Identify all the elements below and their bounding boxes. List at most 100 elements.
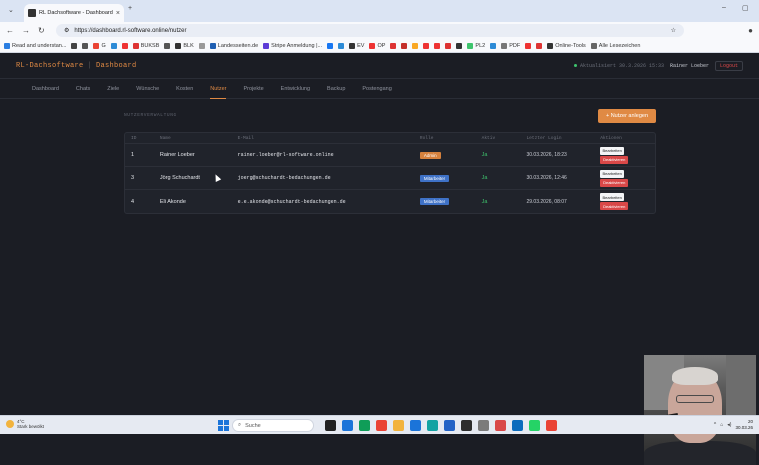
bookmark-favicon-icon	[445, 42, 452, 49]
bookmark-item[interactable]	[338, 42, 345, 49]
browser-tab[interactable]: RL Dachsoftware - Dashboard ×	[24, 4, 124, 22]
bookmark-favicon-icon	[121, 42, 128, 49]
nav-item-w-nsche[interactable]: Wünsche	[136, 79, 159, 99]
nav-item-postengang[interactable]: Postengang	[362, 79, 391, 99]
os-taskbar: 4°C Stark bewölkt ⌕ Suche ^ ⌂ ◂) 20 30.03.…	[0, 415, 759, 434]
cell-active: Ja	[481, 175, 488, 181]
bookmark-item[interactable]: Alle Lesezeichen	[590, 42, 640, 49]
bookmark-item[interactable]	[401, 42, 408, 49]
bookmark-item[interactable]	[456, 42, 463, 49]
bookmark-item[interactable]: BLK	[175, 42, 194, 49]
address-bar[interactable]: ⚙ https://dashboard.rl-software.online/n…	[56, 24, 684, 37]
edit-user-button[interactable]: Bearbeiten	[600, 146, 625, 155]
bookmark-item[interactable]	[327, 42, 334, 49]
minimize-icon[interactable]: –	[722, 4, 726, 11]
add-user-button[interactable]: + Nutzer anlegen	[598, 109, 656, 123]
bookmark-item[interactable]	[82, 42, 89, 49]
bookmark-star-icon[interactable]: ☆	[671, 27, 676, 34]
bookmark-item[interactable]: PDF	[501, 42, 520, 49]
table-body: 1 Rainer Loeber rainer.loeber@rl-software.…	[125, 144, 655, 213]
back-icon[interactable]: ←	[6, 26, 14, 35]
edit-user-button[interactable]: Bearbeiten	[600, 169, 625, 178]
bookmark-favicon-icon	[71, 42, 78, 49]
bookmark-favicon-icon	[110, 42, 117, 49]
edit-user-button[interactable]: Bearbeiten	[600, 193, 625, 201]
bookmark-item[interactable]: BUKSB	[132, 42, 159, 49]
bookmark-item[interactable]	[110, 42, 117, 49]
nav-item-dashboard[interactable]: Dashboard	[32, 79, 59, 99]
logout-button[interactable]: Logout	[714, 60, 743, 71]
bookmark-item[interactable]: Landesseiten.de	[209, 42, 258, 49]
weather-widget[interactable]: 4°C Stark bewölkt	[6, 419, 44, 429]
nav-item-chats[interactable]: Chats	[76, 79, 90, 99]
taskbar-app-icon[interactable]	[444, 420, 455, 431]
taskbar-app-icon[interactable]	[512, 420, 523, 431]
taskbar-app-icon[interactable]	[342, 420, 353, 431]
bookmark-item[interactable]	[445, 42, 452, 49]
bookmark-item[interactable]: Online-Tools	[547, 42, 586, 49]
taskbar-app-icon[interactable]	[546, 420, 557, 431]
bookmarks-bar: Read and understan... G BUKSB BLK Landesseit…	[0, 39, 759, 53]
new-tab-icon[interactable]: +	[128, 5, 132, 12]
bookmark-item[interactable]: PL2	[467, 42, 485, 49]
bookmark-favicon-icon	[338, 42, 345, 49]
brand: RL-Dachsoftware | Dashboard	[16, 61, 137, 70]
cell-role: Admin	[419, 151, 482, 159]
bookmark-item[interactable]: Read and understan...	[4, 42, 66, 49]
taskbar-app-icon[interactable]	[325, 420, 336, 431]
bookmark-item[interactable]	[412, 42, 419, 49]
taskbar-app-icon[interactable]	[393, 420, 404, 431]
forward-icon[interactable]: →	[22, 26, 30, 35]
bookmark-item[interactable]	[164, 42, 171, 49]
nav-item-backup[interactable]: Backup	[327, 79, 345, 99]
bookmark-item[interactable]: G	[93, 42, 106, 49]
nav-item-kosten[interactable]: Kosten	[176, 79, 193, 99]
tab-list-icon[interactable]: ⌄	[8, 6, 14, 14]
url-text: https://dashboard.rl-software.online/nut…	[74, 27, 187, 34]
bookmark-item[interactable]	[490, 42, 497, 49]
reload-icon[interactable]: ↻	[38, 26, 45, 35]
volume-icon[interactable]: ◂)	[727, 422, 731, 428]
taskbar-search[interactable]: ⌕ Suche	[232, 419, 314, 432]
deactivate-user-button[interactable]: Deaktivieren	[600, 202, 629, 210]
role-badge: Admin	[419, 151, 441, 159]
taskbar-app-icon[interactable]	[376, 420, 387, 431]
nav-item-nutzer[interactable]: Nutzer	[210, 79, 227, 99]
taskbar-app-icon[interactable]	[529, 420, 540, 431]
profile-icon[interactable]: ●	[748, 26, 753, 35]
bookmark-item[interactable]	[390, 42, 397, 49]
bookmark-item[interactable]: OP	[369, 42, 385, 49]
taskbar-app-icon[interactable]	[478, 420, 489, 431]
nav-item-entwicklung[interactable]: Entwicklung	[281, 79, 310, 99]
close-tab-icon[interactable]: ×	[116, 10, 120, 17]
nav-item-projekte[interactable]: Projekte	[243, 79, 263, 99]
bookmark-favicon-icon	[412, 42, 419, 49]
network-icon[interactable]: ⌂	[720, 422, 723, 428]
deactivate-user-button[interactable]: Deaktivieren	[600, 155, 629, 164]
nav-item-ziele[interactable]: Ziele	[107, 79, 119, 99]
taskbar-app-icon[interactable]	[359, 420, 370, 431]
bookmark-item[interactable]	[71, 42, 78, 49]
taskbar-app-icon[interactable]	[495, 420, 506, 431]
bookmark-item[interactable]	[423, 42, 430, 49]
bookmark-item[interactable]	[121, 42, 128, 49]
cell-actions: Bearbeiten Deaktivieren	[600, 169, 655, 187]
clock[interactable]: 20 30.03.26	[735, 419, 753, 431]
bookmark-item[interactable]	[198, 42, 205, 49]
taskbar-app-icon[interactable]	[461, 420, 472, 431]
taskbar-app-icon[interactable]	[427, 420, 438, 431]
bookmark-item[interactable]	[434, 42, 441, 49]
restore-icon[interactable]: ▢	[742, 4, 749, 12]
bookmark-item[interactable]	[536, 42, 543, 49]
bookmark-item[interactable]	[525, 42, 532, 49]
start-icon[interactable]	[218, 420, 229, 431]
cell-actions: Bearbeiten Deaktivieren	[600, 146, 655, 164]
bookmark-favicon-icon	[467, 42, 474, 49]
cell-id: 4	[131, 198, 135, 205]
bookmark-item[interactable]: Stripe Anmeldung |...	[263, 42, 322, 49]
site-info-icon[interactable]: ⚙	[64, 27, 69, 34]
bookmark-item[interactable]: EV	[349, 42, 364, 49]
tray-chevron-icon[interactable]: ^	[714, 422, 716, 428]
taskbar-app-icon[interactable]	[410, 420, 421, 431]
deactivate-user-button[interactable]: Deaktivieren	[600, 178, 629, 187]
